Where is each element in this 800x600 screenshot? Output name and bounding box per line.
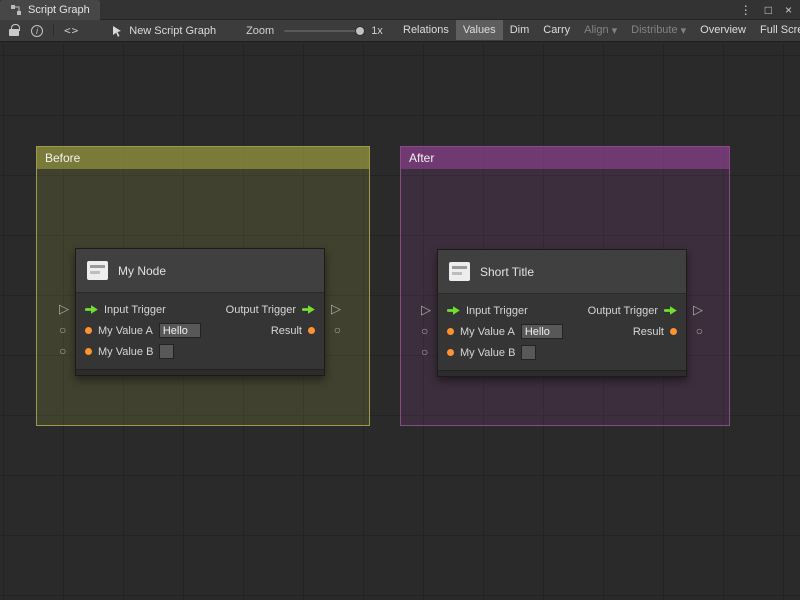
value-a-field[interactable] [159,323,201,338]
code-view-icon[interactable]: <> [64,24,79,37]
group-after-header[interactable]: After [401,147,729,169]
chevron-down-icon: ▾ [681,24,687,37]
value-a-row: My Value A Result [438,321,686,342]
fullscreen-button[interactable]: Full Screen [753,20,800,40]
result-port-icon[interactable] [308,327,315,334]
toolbar-buttons: Relations Values Dim Carry Align ▾ Distr… [396,20,800,40]
output-trigger-port-icon[interactable] [302,305,315,314]
value-b-port-icon[interactable] [447,349,454,356]
group-before-header[interactable]: Before [37,147,369,169]
window-controls: ⋮ □ × [740,0,792,20]
value-b-label: My Value B [98,346,153,358]
distribute-button[interactable]: Distribute ▾ [624,20,693,40]
toolbar: i <> New Script Graph Zoom 1x Relations … [0,20,800,42]
trigger-row: Input Trigger Output Trigger [76,299,324,320]
input-trigger-port-icon[interactable] [447,306,460,315]
external-result-port[interactable]: ○ [334,324,341,336]
unit-icon [449,262,470,281]
unit-icon [87,261,108,280]
external-result-port[interactable]: ○ [696,325,703,337]
window-maximize-icon[interactable]: □ [765,4,772,16]
value-b-label: My Value B [460,347,515,359]
dim-button[interactable]: Dim [503,20,537,40]
window-close-icon[interactable]: × [785,4,792,16]
window-menu-icon[interactable]: ⋮ [740,4,752,16]
value-b-port-icon[interactable] [85,348,92,355]
value-a-field[interactable] [521,324,563,339]
external-output-trigger-port[interactable]: ▷ [331,302,341,315]
tab-script-graph[interactable]: Script Graph [0,0,100,20]
group-title: After [409,151,434,165]
value-a-label: My Value A [98,325,153,337]
input-trigger-port-icon[interactable] [85,305,98,314]
align-button[interactable]: Align ▾ [577,20,624,40]
toolbar-divider [53,24,54,37]
lock-icon[interactable] [9,29,19,36]
tab-title: Script Graph [28,4,90,16]
node-footer [438,370,686,376]
output-trigger-port-icon[interactable] [664,306,677,315]
graph-name-group[interactable]: New Script Graph [111,25,216,37]
node-header[interactable]: Short Title [438,250,686,294]
external-value-b-port[interactable]: ○ [59,345,66,357]
trigger-row: Input Trigger Output Trigger [438,300,686,321]
group-title: Before [45,151,80,165]
node-title: Short Title [480,265,534,279]
chevron-down-icon: ▾ [612,24,618,37]
zoom-slider-knob[interactable] [355,26,365,36]
node-body: Input Trigger Output Trigger My Value A … [76,293,324,369]
input-trigger-label: Input Trigger [104,304,166,316]
external-output-trigger-port[interactable]: ▷ [693,303,703,316]
titlebar: Script Graph ⋮ □ × [0,0,800,20]
input-trigger-label: Input Trigger [466,305,528,317]
node-footer [76,369,324,375]
zoom-value: 1x [371,25,383,37]
values-button[interactable]: Values [456,20,503,40]
node-short-title[interactable]: Short Title Input Trigger Output Trigger [437,249,687,377]
value-a-row: My Value A Result [76,320,324,341]
value-a-port-icon[interactable] [447,328,454,335]
node-header[interactable]: My Node [76,249,324,293]
graph-pointer-icon [111,25,123,37]
script-graph-window: Script Graph ⋮ □ × i <> New Script Graph… [0,0,800,600]
external-value-a-port[interactable]: ○ [421,325,428,337]
graph-name-label: New Script Graph [129,25,216,37]
carry-button[interactable]: Carry [536,20,577,40]
value-b-row: My Value B [438,342,686,363]
node-my-node[interactable]: My Node Input Trigger Output Trigger [75,248,325,376]
node-title: My Node [118,264,166,278]
zoom-label: Zoom [246,25,274,37]
graph-tab-icon [10,4,22,16]
external-input-trigger-port[interactable]: ▷ [421,303,431,316]
result-label: Result [271,325,302,337]
output-trigger-label: Output Trigger [226,304,296,316]
value-b-row: My Value B [76,341,324,362]
value-b-field[interactable] [521,345,536,360]
external-value-b-port[interactable]: ○ [421,346,428,358]
result-label: Result [633,326,664,338]
value-a-label: My Value A [460,326,515,338]
output-trigger-label: Output Trigger [588,305,658,317]
graph-canvas[interactable]: Before After My Node Input Trigger [0,43,800,600]
external-input-trigger-port[interactable]: ▷ [59,302,69,315]
relations-button[interactable]: Relations [396,20,456,40]
info-icon[interactable]: i [31,25,43,37]
value-b-field[interactable] [159,344,174,359]
external-value-a-port[interactable]: ○ [59,324,66,336]
zoom-slider[interactable] [284,30,362,32]
node-body: Input Trigger Output Trigger My Value A … [438,294,686,370]
result-port-icon[interactable] [670,328,677,335]
overview-button[interactable]: Overview [693,20,753,40]
value-a-port-icon[interactable] [85,327,92,334]
